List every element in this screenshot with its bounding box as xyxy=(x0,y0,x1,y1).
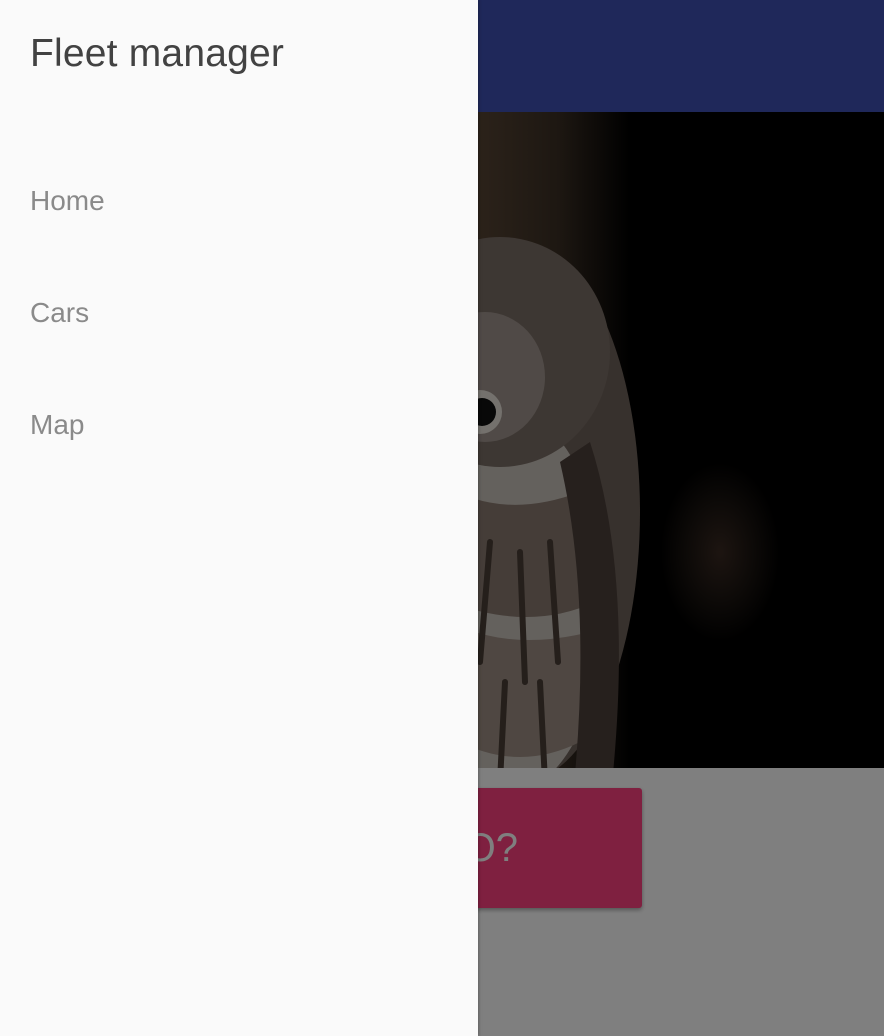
nav-item-map[interactable]: Map xyxy=(0,369,478,481)
navigation-drawer: Fleet manager Home Cars Map xyxy=(0,0,478,1036)
drawer-title: Fleet manager xyxy=(30,32,285,75)
nav-item-home[interactable]: Home xyxy=(0,145,478,257)
drawer-nav: Home Cars Map xyxy=(0,145,478,481)
nav-item-cars[interactable]: Cars xyxy=(0,257,478,369)
